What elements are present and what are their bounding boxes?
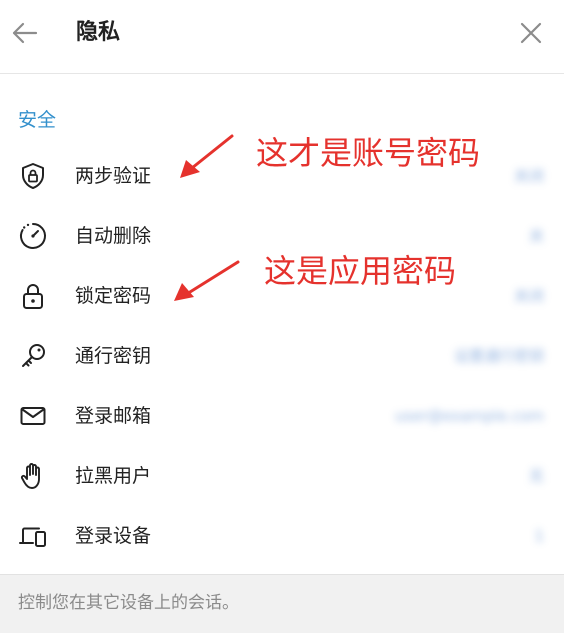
devices-icon xyxy=(19,527,46,547)
row-value: 1 xyxy=(534,527,544,545)
close-button[interactable] xyxy=(514,16,548,50)
row-blocked-users[interactable]: 拉黑用户 无 xyxy=(0,446,564,506)
row-label: 两步验证 xyxy=(75,165,152,187)
arrow-annotation-icon xyxy=(174,260,240,301)
timer-icon xyxy=(20,223,46,249)
row-value: 关 xyxy=(528,227,544,245)
header-bar: 隐私 xyxy=(0,0,564,74)
arrow-annotation-icon xyxy=(180,134,234,178)
annotation-account-password: 这才是账号密码 xyxy=(256,134,481,172)
row-login-email[interactable]: 登录邮箱 user@example.com xyxy=(0,386,564,446)
row-passkeys[interactable]: 通行密钥 设置通行密钥 xyxy=(0,326,564,386)
section-title-security: 安全 xyxy=(18,109,57,131)
row-value: user@example.com xyxy=(394,407,544,425)
arrow-left-icon xyxy=(12,22,38,44)
annotation-app-password: 这是应用密码 xyxy=(264,252,457,290)
row-active-sessions[interactable]: 登录设备 1 xyxy=(0,506,564,566)
back-button[interactable] xyxy=(8,16,42,50)
row-value: 设置通行密钥 xyxy=(453,347,544,365)
row-label: 锁定密码 xyxy=(75,285,152,307)
row-value: 关闭 xyxy=(513,287,544,305)
row-label: 自动删除 xyxy=(75,225,152,247)
row-label: 拉黑用户 xyxy=(75,465,152,487)
footer-text: 控制您在其它设备上的会话。 xyxy=(18,593,239,613)
row-label: 登录邮箱 xyxy=(75,405,152,427)
key-icon xyxy=(22,344,45,367)
page-title: 隐私 xyxy=(76,20,121,45)
row-label: 登录设备 xyxy=(75,525,152,547)
footer-hint: 控制您在其它设备上的会话。 xyxy=(0,574,564,633)
row-value: 关闭 xyxy=(513,167,544,185)
hand-icon xyxy=(20,463,40,489)
lock-icon xyxy=(23,284,43,309)
close-icon xyxy=(520,22,542,44)
shield-lock-icon xyxy=(22,163,44,189)
row-value: 无 xyxy=(528,467,544,485)
row-label: 通行密钥 xyxy=(75,345,152,367)
mail-icon xyxy=(20,407,46,425)
